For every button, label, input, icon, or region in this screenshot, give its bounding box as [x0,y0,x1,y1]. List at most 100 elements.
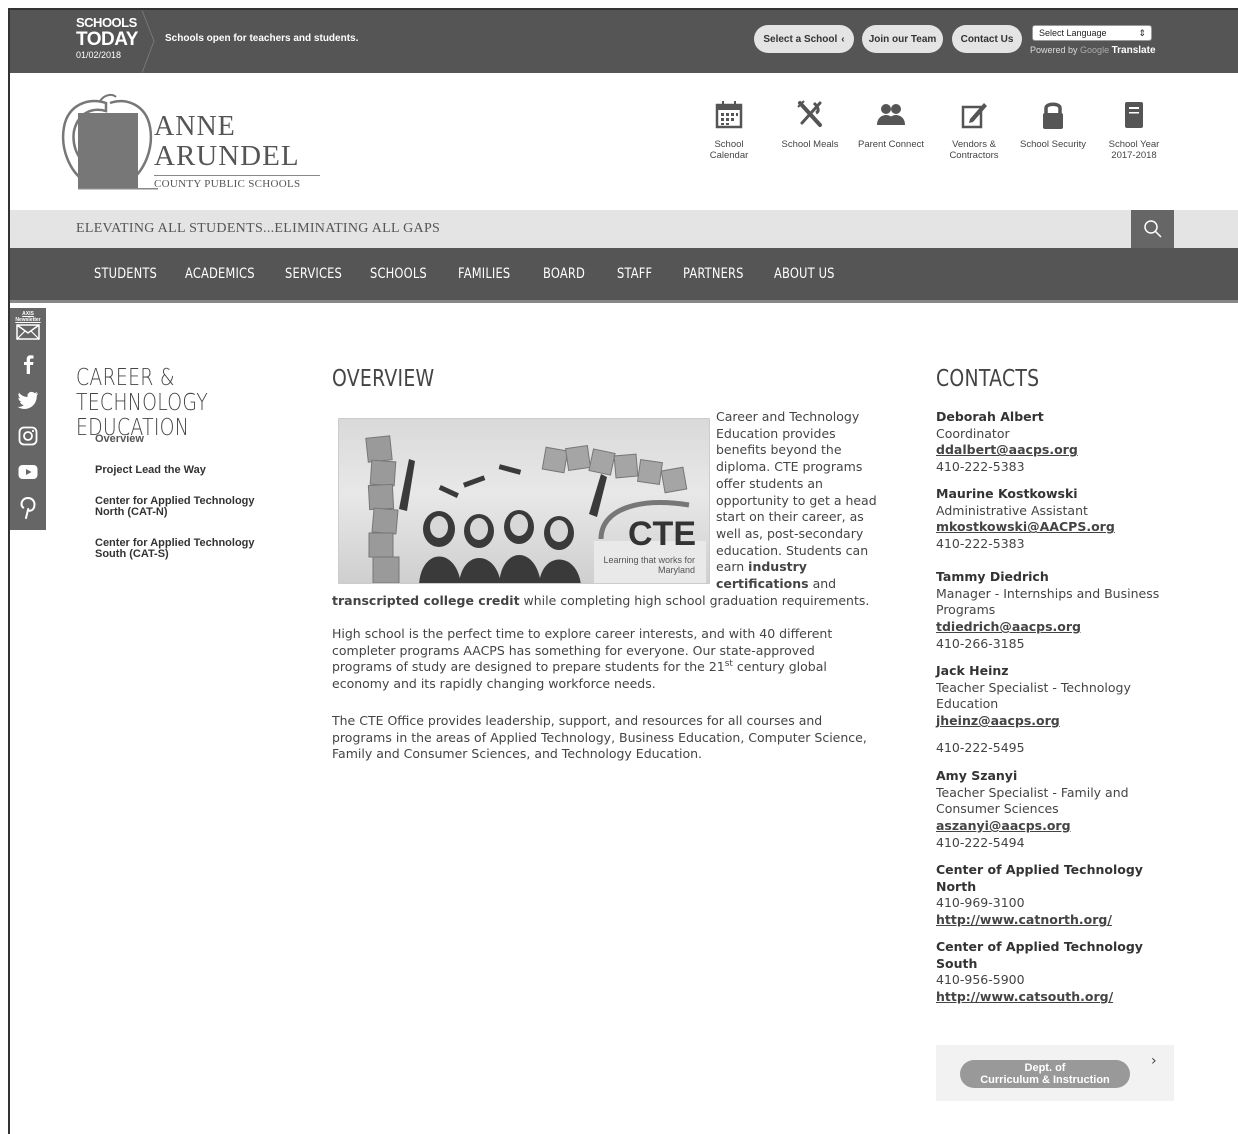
quicklink-label: Parent Connect [857,139,924,150]
nav-partners[interactable]: PARTNERS [683,266,744,282]
mail-icon [16,324,40,340]
powered-by-label: Powered by [1030,45,1078,55]
quicklink-label: School Meals [781,139,839,150]
contact-email-link[interactable]: jheinz@aacps.org [936,713,1060,728]
google-translate-credit: Powered by Google Translate [1030,45,1156,56]
contact-role: Teacher Specialist - Technology Educatio… [936,679,1131,712]
twitter-link[interactable] [10,382,46,418]
quicklink-school-meals[interactable]: School Meals [775,99,845,150]
overview-paragraph-3: The CTE Office provides leadership, supp… [332,713,867,762]
nav-schools[interactable]: SCHOOLS [370,266,427,282]
select-school-label: Select a School [763,33,838,45]
search-button[interactable] [1131,210,1174,248]
nav-families[interactable]: FAMILIES [458,266,510,282]
search-icon [1143,220,1162,238]
site-tagline: ELEVATING ALL STUDENTS...ELIMINATING ALL… [76,221,441,236]
people-icon [877,104,905,125]
contact-us-label: Contact Us [960,33,1014,45]
axis-newsletter-link[interactable]: AXIS Newsletter [10,308,46,344]
contact-role: Teacher Specialist - Family and Consumer… [936,784,1129,817]
schools-today-date: 01/02/2018 [76,50,122,60]
contact-name: Jack Heinz [936,663,1009,678]
quicklink-label: School Calendar [709,139,749,161]
select-arrows-icon: ⇕ [1138,28,1146,38]
nav-staff[interactable]: STAFF [617,266,652,282]
section-nav-project-lead[interactable]: Project Lead the Way [95,465,275,476]
section-nav-cat-south[interactable]: Center for Applied Technology South (CAT… [95,538,255,560]
chevron-left-icon: ‹ [841,33,845,45]
contact-name: Deborah Albert [936,409,1044,424]
overview-p1-bold-credit: transcripted college credit [332,593,520,608]
contact-card: Tammy Diedrich Manager - Internships and… [936,569,1186,653]
contact-card: Center of Applied Technology South 410-9… [936,939,1161,1006]
nav-board[interactable]: BOARD [543,266,585,282]
nav-academics[interactable]: ACADEMICS [185,266,255,282]
contact-role: Manager - Internships and Business Progr… [936,585,1160,618]
overview-heading: OVERVIEW [332,366,435,392]
logo-line-3: COUNTY PUBLIC SCHOOLS [154,175,320,190]
contact-phone: 410-222-5383 [936,536,1025,552]
contact-website-link[interactable]: http://www.catsouth.org/ [936,989,1113,1004]
contact-phone: 410-969-3100 [936,895,1025,911]
join-team-button[interactable]: Join our Team [862,25,943,53]
logo-line-1: ANNE [154,111,236,142]
overview-p1-part-a: Career and Technology Education provides… [716,409,877,575]
contact-email-link[interactable]: tdiedrich@aacps.org [936,619,1081,634]
section-nav-overview[interactable]: Overview [95,434,275,445]
nav-about-us[interactable]: ABOUT US [774,266,835,282]
cte-logo-text: CTE [628,515,696,553]
quicklink-school-year[interactable]: School Year 2017-2018 [1099,99,1169,161]
curriculum-button-line-1: Dept. of [1024,1062,1066,1074]
pinterest-link[interactable] [10,490,46,526]
contact-name: Amy Szanyi [936,768,1018,783]
quicklink-vendors-contractors[interactable]: Vendors & Contractors [939,99,1009,161]
language-select[interactable]: Select Language ⇕ [1032,25,1152,41]
contact-role: Coordinator [936,425,1010,441]
site-header: ANNE ARUNDEL COUNTY PUBLIC SCHOOLS Schoo… [10,73,1238,210]
contact-website-link[interactable]: http://www.catnorth.org/ [936,912,1112,927]
contact-card: Deborah Albert Coordinator ddalbert@aacp… [936,409,1186,476]
translate-link[interactable]: Translate [1112,45,1156,56]
contact-name: Tammy Diedrich [936,569,1049,584]
contact-role: Administrative Assistant [936,502,1088,518]
select-school-button[interactable]: Select a School ‹ [754,25,854,53]
quicklink-parent-connect[interactable]: Parent Connect [856,99,926,150]
language-select-value: Select Language [1039,28,1107,38]
document-icon [1125,102,1143,128]
facebook-link[interactable] [10,346,46,382]
schools-today-widget[interactable]: SCHOOLS TODAY 01/02/2018 [76,16,142,68]
contact-email-link[interactable]: mkostkowski@AACPS.org [936,519,1115,534]
twitter-icon [17,391,38,409]
curriculum-instruction-button[interactable]: Dept. of Curriculum & Instruction [960,1060,1130,1088]
curriculum-instruction-box: Dept. of Curriculum & Instruction › [936,1045,1174,1101]
quicklink-school-calendar[interactable]: School Calendar [694,99,764,161]
utensils-icon [797,100,822,127]
contact-phone: 410-222-5494 [936,834,1025,850]
chevron-right-icon [142,10,155,73]
aacps-logo[interactable]: ANNE ARUNDEL COUNTY PUBLIC SCHOOLS [58,91,338,196]
join-team-label: Join our Team [868,33,937,45]
apple-logo-icon [61,93,158,190]
overview-paragraph-2: High school is the perfect time to explo… [332,626,877,693]
contact-phone: 410-956-5900 [936,972,1025,988]
calendar-icon [715,101,743,129]
schools-today-label-2: TODAY [76,29,138,50]
chevron-right-icon[interactable]: › [1151,1053,1157,1069]
nav-services[interactable]: SERVICES [285,266,342,282]
youtube-link[interactable] [10,454,46,490]
logo-line-2: ARUNDEL [154,140,300,172]
nav-students[interactable]: STUDENTS [94,266,157,282]
contact-email-link[interactable]: aszanyi@aacps.org [936,818,1071,833]
pencil-note-icon [961,103,987,129]
instagram-link[interactable] [10,418,46,454]
quicklink-label: Vendors & Contractors [949,139,999,161]
contact-email-link[interactable]: ddalbert@aacps.org [936,442,1078,457]
contact-card: Center of Applied Technology North 410-9… [936,862,1161,929]
contact-us-button[interactable]: Contact Us [952,25,1022,53]
section-title: CAREER & TECHNOLOGY EDUCATION [76,365,209,441]
axis-newsletter-label: AXIS Newsletter [15,311,41,323]
section-nav-cat-north[interactable]: Center for Applied Technology North (CAT… [95,496,255,518]
contact-phone: 410-266-3185 [936,635,1025,651]
quicklink-school-security[interactable]: School Security [1018,99,1088,150]
tagline-bar: ELEVATING ALL STUDENTS...ELIMINATING ALL… [10,210,1238,248]
